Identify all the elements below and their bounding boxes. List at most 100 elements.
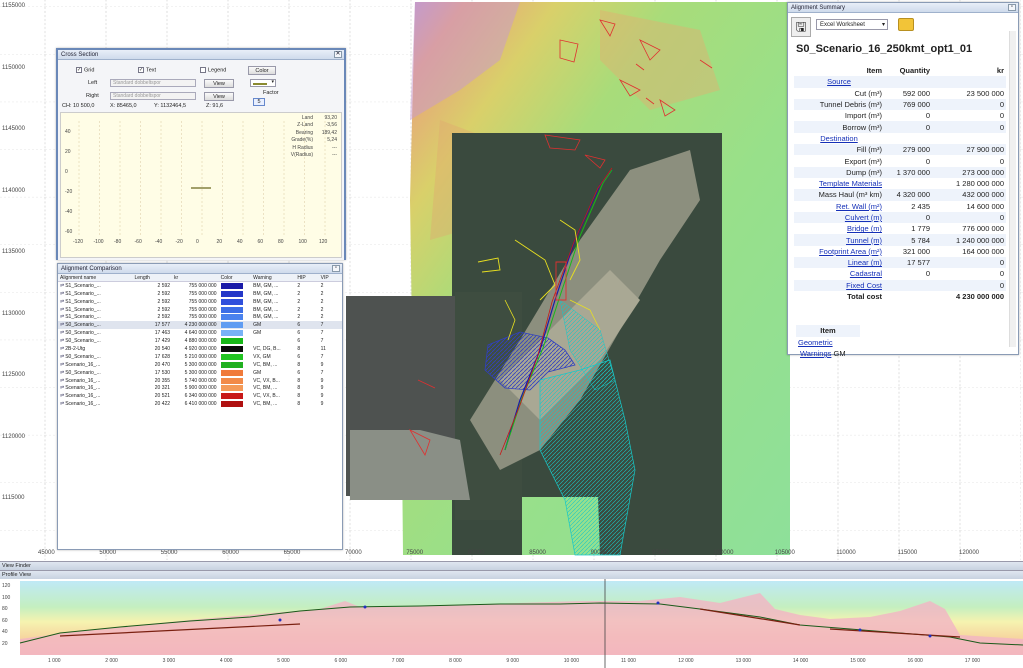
table-row[interactable]: ⇌S1_Scenario_... 2 592 755 000 000 BM, GM, … xyxy=(58,313,342,321)
right-template-field[interactable]: Standard dobbeltspor xyxy=(110,92,196,100)
table-row[interactable]: ⇌S0_Scenario_... 17 429 4 880 000 000 6 7 xyxy=(58,337,342,345)
left-template-field[interactable]: Standard dobbeltspor xyxy=(110,79,196,87)
map-x-label: 65000 xyxy=(283,550,301,556)
row-warning: VX, GM xyxy=(253,353,271,360)
row-hip: 8 xyxy=(297,377,301,384)
comparison-title: Alignment Comparison xyxy=(61,266,122,272)
view-finder-bar[interactable]: View Finder xyxy=(0,561,1023,570)
row-warning: VC, BM, ... xyxy=(253,401,278,408)
close-icon[interactable]: ▫ xyxy=(332,265,340,272)
factor-spinner[interactable]: 5 xyxy=(253,98,265,106)
right-view-button[interactable]: View xyxy=(204,92,234,101)
grid-checkbox[interactable]: ✓ Grid xyxy=(76,67,94,73)
summary-quantity: 5 784 xyxy=(884,234,932,246)
profile-view[interactable]: 120 100 80 60 40 20 1 000 2 000 3 000 4 000 5 000… xyxy=(0,579,1023,668)
summary-row: Cut (m³) 592 000 23 500 000 xyxy=(794,88,1006,99)
export-format-dropdown[interactable]: Excel Worksheet ▾ xyxy=(816,19,888,30)
table-row[interactable]: ⇌S0_Scenario_... 17 577 4 230 000 000 GM 6 7 xyxy=(58,321,342,330)
summary-item[interactable]: Cadastral xyxy=(794,268,884,279)
cs-y-tick: -40 xyxy=(65,209,73,215)
summary-item[interactable]: Fixed Cost xyxy=(794,279,884,291)
summary-scrollbar[interactable] xyxy=(1009,31,1016,347)
cross-section-plot[interactable]: 40 20 0 -20 -40 -60 -120 -100 -80 -60 -40 -20 0 20 40… xyxy=(60,112,342,258)
row-length: 2 592 xyxy=(157,283,171,290)
map-x-label: 50000 xyxy=(99,550,117,556)
column-header[interactable]: VIP xyxy=(318,274,342,283)
row-hip: 2 xyxy=(297,306,301,313)
summary-row: Culvert (m) 0 0 xyxy=(794,211,1006,224)
column-header[interactable]: kr xyxy=(172,274,219,283)
summary-item[interactable]: Destination xyxy=(794,133,884,144)
table-row[interactable]: ⇌S0_Scenario_... 17 463 4 640 000 000 GM 6 7 xyxy=(58,329,342,337)
cs-x-tick: -120 xyxy=(73,239,84,245)
summary-item: Import (m³) xyxy=(844,111,882,121)
cs-info-label: Z-Land xyxy=(297,122,313,129)
save-icon[interactable]: 🖫 xyxy=(791,17,811,37)
profile-view-titlebar[interactable]: Profile View xyxy=(0,570,1023,579)
row-name: Scenario_16_... xyxy=(65,401,101,408)
line-style-dropdown[interactable]: ▾ xyxy=(250,79,276,87)
row-color-cell xyxy=(219,290,252,298)
alignment-comparison-panel: Alignment Comparison ▫ Alignment name Len… xyxy=(57,263,343,550)
table-row[interactable]: ⇌Scenario_16_... 20 321 5 900 000 000 VC, B… xyxy=(58,384,342,392)
legend-checkbox[interactable]: Legend xyxy=(200,67,226,73)
map-x-label: 45000 xyxy=(38,550,55,556)
table-row[interactable]: ⇌S1_Scenario_... 2 592 755 000 000 BM, GM, … xyxy=(58,282,342,290)
row-warning: BM, GM, ... xyxy=(253,298,279,305)
geometric-link[interactable]: Geometric xyxy=(798,338,833,347)
table-row[interactable]: ⇌S0_Scenario_... 17 628 5 210 000 000 VX, G… xyxy=(58,353,342,361)
column-header[interactable]: Warning xyxy=(251,274,296,283)
check-icon: ✓ xyxy=(76,67,82,73)
column-header[interactable]: Length xyxy=(132,274,173,283)
row-length: 20 470 xyxy=(154,361,171,368)
profile-view-title: Profile View xyxy=(2,572,31,578)
cross-section-panel: Cross Section ✕ ✓ Grid ✓ Text Legend Color… xyxy=(56,48,346,260)
summary-item[interactable]: Linear (m) xyxy=(794,257,884,269)
summary-titlebar[interactable]: Alignment Summary ▫ xyxy=(788,3,1018,13)
table-row[interactable]: ⇌Scenario_16_... 20 470 5 300 000 000 VC, B… xyxy=(58,361,342,369)
table-row[interactable]: ⇌S1_Scenario_... 2 592 755 000 000 BM, GM, … xyxy=(58,298,342,306)
summary-item[interactable]: Template Materials xyxy=(794,178,884,189)
row-warning: VC, VX, B... xyxy=(253,393,280,400)
table-row[interactable]: ⇌2B-2-Utg 20 540 4 920 000 000 VC, DG, B...… xyxy=(58,345,342,353)
table-row[interactable]: ⇌Scenario_16_... 20 422 6 410 000 000 VC, B… xyxy=(58,400,342,408)
summary-item[interactable]: Ret. Wall (m²) xyxy=(794,201,884,212)
summary-item[interactable]: Source xyxy=(794,76,884,88)
left-view-button[interactable]: View xyxy=(204,79,234,88)
table-row[interactable]: ⇌S0_Scenario_... 17 530 5 300 000 000 GM 6 7 xyxy=(58,369,342,377)
column-header[interactable]: HIP xyxy=(295,274,319,283)
summary-kr: 273 000 000 xyxy=(932,166,1006,178)
cross-section-titlebar[interactable]: Cross Section ✕ xyxy=(58,50,344,60)
row-name-cell: ⇌2B-2-Utg xyxy=(58,345,132,353)
row-hip: 6 xyxy=(295,321,319,330)
table-row[interactable]: ⇌S1_Scenario_... 2 592 755 000 000 BM, GM, … xyxy=(58,290,342,298)
color-button[interactable]: Color xyxy=(248,66,276,75)
close-icon[interactable]: ✕ xyxy=(334,51,342,58)
right-label: Right xyxy=(86,93,99,99)
row-kr: 6 410 000 000 xyxy=(184,401,217,408)
close-icon[interactable]: ▫ xyxy=(1008,4,1016,11)
summary-row: Export (m³) 0 0 xyxy=(794,155,1006,166)
table-row[interactable]: ⇌Scenario_16_... 20 521 6 340 000 000 VC, V… xyxy=(58,392,342,400)
summary-item[interactable]: Bridge (m) xyxy=(794,223,884,234)
map-x-label: 55000 xyxy=(160,550,178,556)
row-name: Scenario_16_... xyxy=(65,361,101,368)
column-header[interactable]: Alignment name xyxy=(58,274,133,283)
summary-row: Footprint Area (m²) 321 000 164 000 000 xyxy=(794,246,1006,257)
comparison-titlebar[interactable]: Alignment Comparison ▫ xyxy=(58,264,342,274)
table-row[interactable]: ⇌Scenario_16_... 20 355 5 740 000 000 VC, V… xyxy=(58,377,342,385)
row-color-cell xyxy=(219,337,252,345)
summary-item[interactable]: Culvert (m) xyxy=(794,211,884,224)
summary-quantity: 0 xyxy=(884,211,932,224)
print-icon[interactable] xyxy=(898,18,914,31)
column-header[interactable]: Color xyxy=(218,274,252,283)
summary-item[interactable]: Tunnel (m) xyxy=(794,234,884,246)
text-checkbox[interactable]: ✓ Text xyxy=(138,67,156,73)
table-row[interactable]: ⇌S1_Scenario_... 2 592 755 000 000 BM, GM, … xyxy=(58,306,342,314)
row-name: S0_Scenario_... xyxy=(65,322,101,329)
row-vip: 2 xyxy=(320,306,324,313)
row-name-cell: ⇌S1_Scenario_... xyxy=(58,282,132,290)
row-name: S0_Scenario_... xyxy=(65,369,101,376)
summary-item[interactable]: Footprint Area (m²) xyxy=(794,246,884,257)
warnings-link[interactable]: Warnings xyxy=(800,349,831,358)
